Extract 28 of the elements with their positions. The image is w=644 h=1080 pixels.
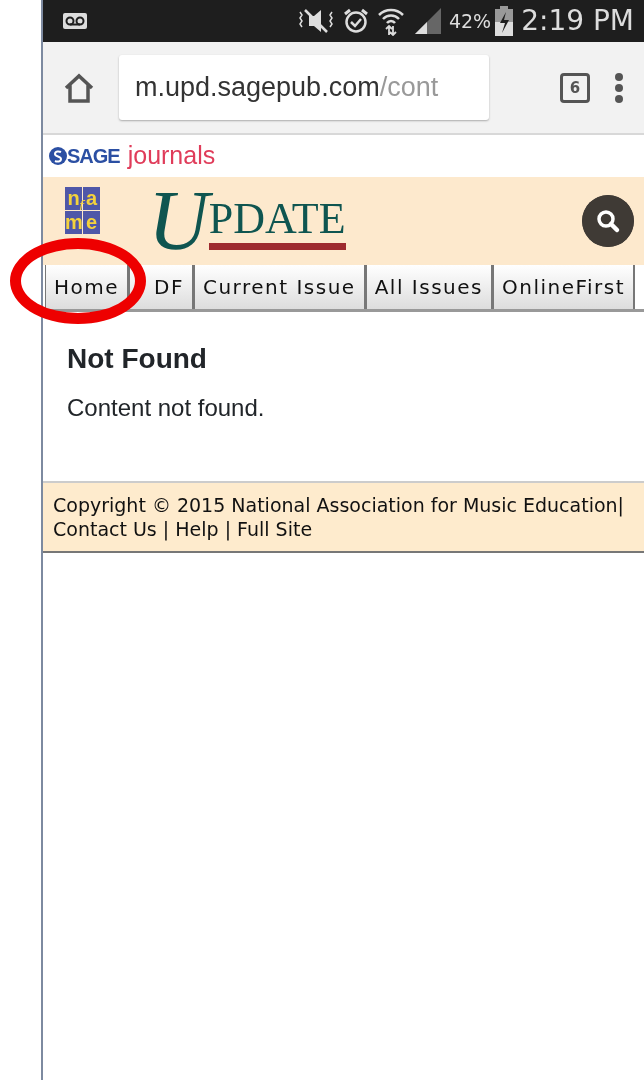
page-heading: Not Found [67, 342, 208, 376]
not-found-message: Content not found. [67, 392, 266, 423]
clock-time: 2:19 PM [521, 3, 634, 39]
sage-brand[interactable]: SAGE [67, 141, 120, 171]
mute-vibrate-icon [296, 8, 335, 34]
footer-link[interactable]: Contact Us [53, 517, 157, 540]
home-icon[interactable] [63, 72, 95, 103]
wifi-icon [376, 6, 405, 36]
association-logo[interactable]: n a me f [65, 187, 100, 234]
footer-link[interactable]: Help [175, 517, 219, 540]
sage-logo-icon [49, 147, 67, 165]
nav-tab[interactable]: All Issues [365, 265, 493, 309]
menu-icon[interactable] [614, 71, 624, 104]
link-separator: | [223, 517, 233, 540]
address-bar[interactable]: m.upd.sagepub.com/cont [119, 55, 489, 120]
nav-tab[interactable]: OnlineFirst [492, 265, 636, 309]
voicemail-icon [63, 13, 87, 29]
battery-percentage: 42% [448, 8, 492, 34]
tab-count-button[interactable]: 6 [560, 72, 590, 103]
link-separator: | [161, 517, 171, 540]
nav-tab[interactable]: Home [45, 265, 130, 309]
battery-charging-icon [495, 6, 514, 36]
copyright-text: Copyright © 2015 National Association for Music Education| [53, 492, 625, 517]
journals-logo-text[interactable]: journals [127, 137, 216, 175]
nav-tab[interactable]: Current Issue [193, 265, 366, 309]
alarm-icon [342, 8, 369, 34]
search-icon[interactable] [582, 195, 634, 247]
footer-link[interactable]: Full Site [237, 517, 313, 540]
